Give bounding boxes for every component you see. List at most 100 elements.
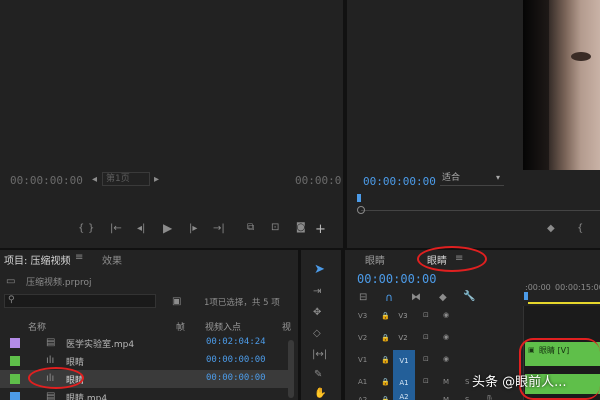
track-lock-icon[interactable]: 🔒 <box>381 356 390 364</box>
scrub-bar[interactable] <box>361 210 600 211</box>
fit-dropdown[interactable]: 适合 ▾ <box>440 172 504 186</box>
step-forward-icon[interactable]: |▸ <box>189 224 197 234</box>
track-target-active[interactable]: A2 <box>393 394 415 400</box>
track-label: A1 <box>358 378 368 386</box>
watermark-text: 头条 @眼前人... <box>472 375 567 390</box>
column-header-video-in[interactable]: 视频入点 <box>205 320 241 333</box>
label-color-chip <box>10 392 20 400</box>
tools-panel: ➤ ⇥ ✥ ◇ |↔| ✎ ✋ <box>301 250 341 400</box>
eye-icon[interactable]: ◉ <box>443 311 449 319</box>
track-label: V3 <box>358 312 368 320</box>
ruler-label-15s: 00:00:15:00 <box>555 283 600 292</box>
go-to-in-icon[interactable]: |← <box>110 224 122 234</box>
list-item[interactable]: ▤ 医学实验室.mp4 00:02:04:24 <box>0 334 290 352</box>
project-tab[interactable]: 项目: 压缩视频 <box>4 252 71 267</box>
track-label: V2 <box>358 334 368 342</box>
sync-lock-icon[interactable]: ⊡ <box>423 355 429 363</box>
razor-tool-icon[interactable]: ◇ <box>313 329 321 339</box>
sync-lock-icon[interactable]: ⊡ <box>423 311 429 319</box>
source-timecode-in[interactable]: 00:00:00:00 <box>10 174 83 187</box>
wrench-icon[interactable]: 🔧 <box>463 292 475 302</box>
pen-tool-icon[interactable]: ✎ <box>314 370 322 380</box>
source-timecode-out[interactable]: 00:00:0 <box>295 174 341 187</box>
watermark: 头条 @眼前人... <box>472 371 567 390</box>
step-back-icon[interactable]: ◂| <box>137 224 145 234</box>
work-area-bar[interactable] <box>528 302 600 304</box>
add-marker-icon[interactable]: ◆ <box>439 293 447 303</box>
microphone-icon[interactable]: 🎙 <box>485 395 494 400</box>
selection-tool-icon[interactable]: ➤ <box>314 263 325 276</box>
mark-out-icon[interactable]: } <box>88 224 94 234</box>
source-monitor: 00:00:00:00 ◂ 第1页 ▸ 00:00:0 { } |← ◂| ▶ … <box>0 0 343 248</box>
scrub-handle[interactable] <box>357 206 365 214</box>
item-name: 医学实验室.mp4 <box>66 340 135 350</box>
go-to-out-icon[interactable]: →| <box>213 224 225 234</box>
marker-icon[interactable]: ◆ <box>547 224 555 234</box>
track-target-active[interactable]: A1 <box>393 372 415 394</box>
linked-selection-icon[interactable]: ⧓ <box>411 293 421 303</box>
eye-icon[interactable]: ◉ <box>443 355 449 363</box>
item-in-point: 00:00:00:00 <box>206 373 266 383</box>
item-in-point: 00:02:04:24 <box>206 337 266 347</box>
program-monitor: 00:00:00:00 适合 ▾ ◆ { <box>347 0 600 248</box>
solo-button[interactable]: S <box>465 396 469 400</box>
source-page-dropdown[interactable]: 第1页 <box>102 172 150 186</box>
video-preview-image <box>523 0 600 170</box>
track-select-tool-icon[interactable]: ⇥ <box>313 287 321 297</box>
add-button-icon[interactable]: + <box>315 223 326 236</box>
column-header-frame-rate[interactable]: 帧 <box>176 320 185 333</box>
overwrite-icon[interactable]: ⊡ <box>271 223 279 233</box>
mark-in-icon[interactable]: { <box>577 224 583 234</box>
new-bin-icon[interactable]: ▣ <box>172 297 181 307</box>
dropdown-arrow-icon: ▸ <box>154 174 160 185</box>
playhead-marker[interactable] <box>524 292 528 300</box>
nest-icon[interactable]: ⊟ <box>359 293 367 303</box>
track-label: A2 <box>358 396 368 400</box>
item-in-point: 00:00:00:00 <box>206 355 266 365</box>
track-lock-icon[interactable]: 🔒 <box>381 378 390 386</box>
selection-status: 1项已选择，共 5 项 <box>204 298 280 308</box>
search-input[interactable]: ⚲ <box>4 294 156 308</box>
timeline-tab[interactable]: 眼睛 <box>365 252 385 267</box>
sync-lock-icon[interactable]: ⊡ <box>423 377 429 385</box>
track-target[interactable]: V2 <box>397 332 409 344</box>
program-timecode[interactable]: 00:00:00:00 <box>363 175 436 188</box>
track-target-active[interactable]: V1 <box>393 350 415 372</box>
slip-tool-icon[interactable]: |↔| <box>312 350 327 360</box>
play-icon[interactable]: ▶ <box>163 222 172 234</box>
timeline-timecode[interactable]: 00:00:00:00 <box>357 272 436 286</box>
list-item-selected[interactable]: ılı 眼睛 00:00:00:00 <box>0 367 290 389</box>
label-color-chip <box>10 356 20 366</box>
scrollbar[interactable] <box>288 340 294 398</box>
list-item[interactable]: ▤ 眼睛.mp4 <box>0 388 290 400</box>
insert-icon[interactable]: ⧉ <box>247 223 254 233</box>
track-lock-icon[interactable]: 🔒 <box>381 312 390 320</box>
track-lock-icon[interactable]: 🔒 <box>381 334 390 342</box>
ripple-edit-tool-icon[interactable]: ✥ <box>313 308 321 318</box>
mark-in-icon[interactable]: { <box>78 224 84 234</box>
column-header-video-out[interactable]: 视 <box>282 320 291 333</box>
mute-button[interactable]: M <box>443 396 449 400</box>
hand-tool-icon[interactable]: ✋ <box>314 389 326 399</box>
track-label: V1 <box>358 356 368 364</box>
track-target[interactable]: V3 <box>397 310 409 322</box>
eye-icon[interactable]: ◉ <box>443 333 449 341</box>
annotation-circle <box>519 338 600 400</box>
effects-tab[interactable]: 效果 <box>102 252 122 267</box>
video-file-icon: ▤ <box>46 391 56 400</box>
hamburger-menu-icon[interactable]: ≡ <box>75 253 83 263</box>
item-name: 眼睛.mp4 <box>66 394 108 400</box>
sequence-icon: ılı <box>46 355 55 366</box>
export-frame-icon[interactable]: ◙ <box>296 223 306 233</box>
playhead-marker[interactable] <box>357 194 361 202</box>
snap-magnet-icon[interactable]: ∩ <box>385 292 393 303</box>
label-color-chip <box>10 374 20 384</box>
project-panel: 项目: 压缩视频 ≡ 效果 ▭ 压缩视频.prproj ⚲ ▣ 1项已选择，共 … <box>0 250 298 400</box>
mute-button[interactable]: M <box>443 378 449 386</box>
sync-lock-icon[interactable]: ⊡ <box>423 333 429 341</box>
annotation-circle <box>28 367 84 389</box>
column-header-name[interactable]: 名称 <box>28 320 46 333</box>
hair-shape <box>523 0 549 170</box>
track-lock-icon[interactable]: 🔒 <box>381 396 390 400</box>
solo-button[interactable]: S <box>465 378 469 386</box>
